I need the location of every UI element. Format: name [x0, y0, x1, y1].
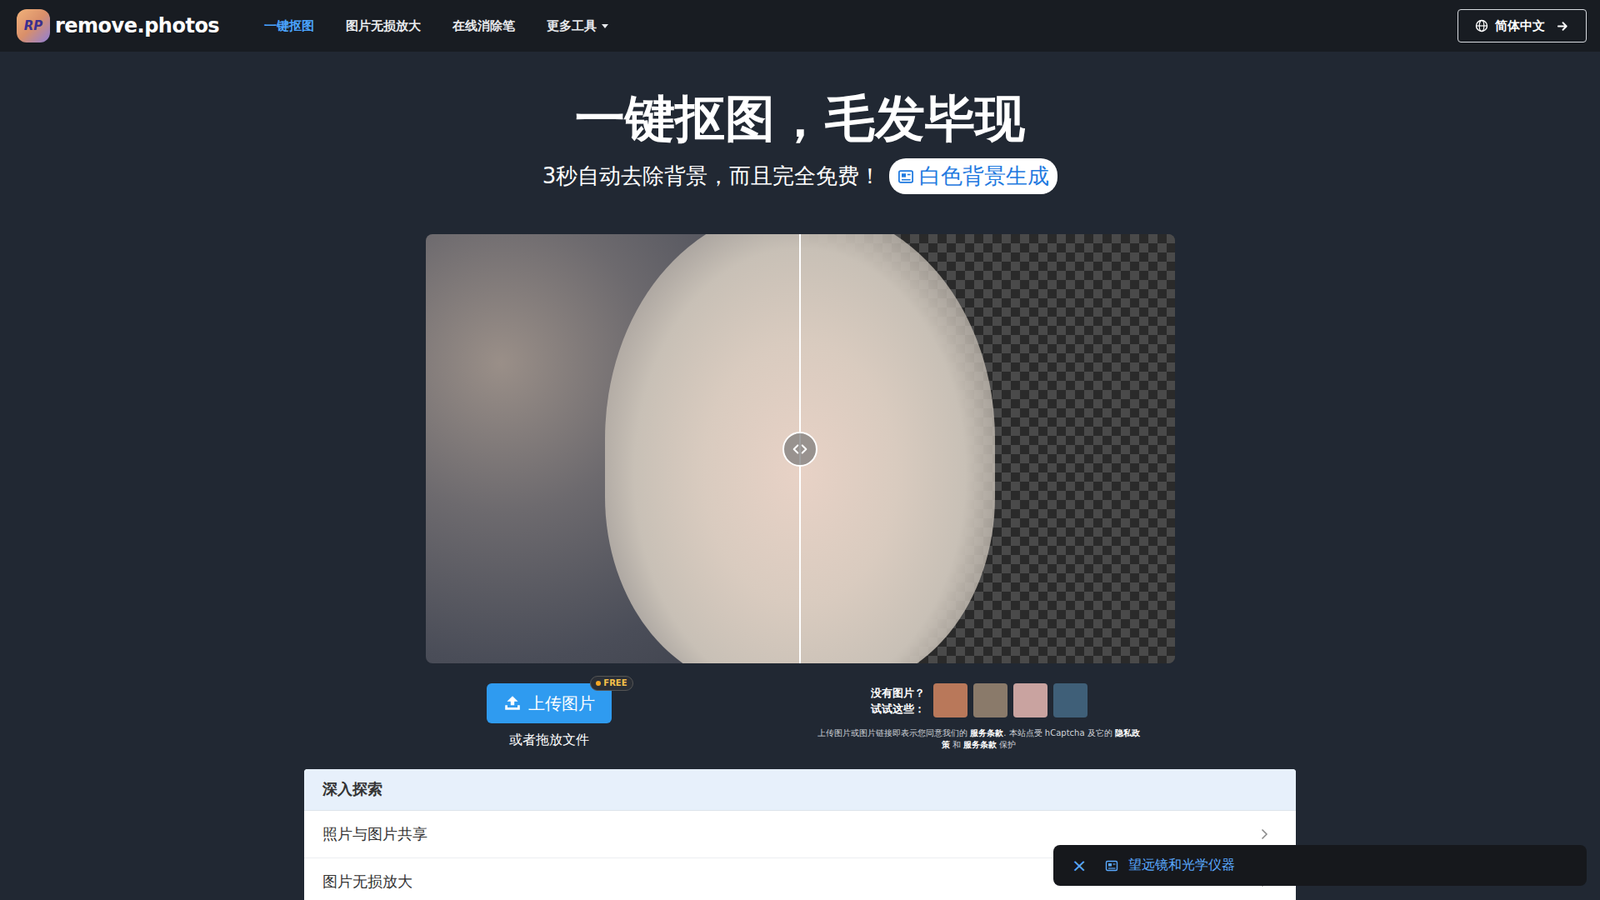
before-after-slider[interactable]	[425, 234, 1175, 664]
logo-mark-icon: RP	[16, 9, 50, 43]
upload-icon	[503, 694, 522, 713]
terms-link[interactable]: 服务条款	[970, 728, 1004, 738]
upload-label: 上传图片	[528, 692, 595, 715]
nav-item[interactable]: 更多工具	[546, 18, 609, 35]
hero-subtitle: 3秒自动去除背景，而且完全免费！	[542, 161, 882, 191]
samples-area: 没有图片？试试这些：上传图片或图片链接即表示您同意我们的 服务条款. 本站点受 …	[816, 683, 1142, 751]
toast-link[interactable]: 望远镜和光学仪器	[1128, 856, 1235, 875]
logo[interactable]: RPremove.photos	[16, 9, 220, 43]
caret-icon	[601, 24, 609, 29]
nav-label: 在线消除笔	[452, 18, 515, 35]
explore-title: 深入探索	[304, 769, 1296, 811]
nav-item[interactable]: 在线消除笔	[452, 18, 515, 35]
terms-text: 保护	[996, 740, 1016, 750]
hero-subtitle-row: 3秒自动去除背景，而且完全免费！ 白色背景生成	[542, 158, 1059, 195]
hero-title: 一键抠图，毛发毕现	[575, 88, 1025, 149]
terms-link[interactable]: 服务条款	[963, 740, 997, 750]
sample-thumbnail[interactable]	[973, 683, 1008, 718]
explore-item-label: 照片与图片共享	[322, 824, 428, 845]
image-icon	[897, 168, 915, 185]
samples-line: 没有图片？	[870, 685, 925, 701]
samples-label: 没有图片？试试这些：	[870, 685, 925, 717]
nav-item[interactable]: 一键抠图	[264, 18, 315, 35]
terms-notice: 上传图片或图片链接即表示您同意我们的 服务条款. 本站点受 hCaptcha 及…	[816, 727, 1142, 751]
explore-item-label: 图片无损放大	[322, 871, 413, 892]
arrow-right-icon	[1556, 20, 1570, 33]
globe-icon	[1475, 19, 1489, 33]
free-badge: FREE	[590, 675, 633, 691]
nav-label: 图片无损放大	[345, 18, 421, 35]
pill-label: 白色背景生成	[919, 161, 1050, 191]
nav-label: 一键抠图	[264, 18, 315, 35]
page: RPremove.photos一键抠图图片无损放大在线消除笔更多工具简体中文一键…	[0, 0, 1600, 900]
sample-thumbnail[interactable]	[1053, 683, 1088, 718]
nav-item[interactable]: 图片无损放大	[345, 18, 421, 35]
upload-area: 上传图片FREE 或者拖放文件	[486, 683, 612, 751]
article-icon	[1105, 859, 1119, 873]
main: 一键抠图，毛发毕现 3秒自动去除背景，而且完全免费！ 白色背景生成上传图片FREE 或…	[0, 51, 1600, 900]
white-background-link[interactable]: 白色背景生成	[889, 158, 1058, 195]
language-label: 简体中文	[1495, 18, 1545, 35]
logo-text: remove.photos	[55, 14, 220, 38]
badge-dot-icon	[595, 680, 601, 686]
sample-thumbnails	[933, 683, 1088, 718]
sample-thumbnail[interactable]	[1013, 683, 1048, 718]
toast-close-button[interactable]: ×	[1066, 855, 1092, 876]
chevron-right-icon	[1257, 827, 1271, 841]
drop-hint: 或者拖放文件	[509, 731, 590, 750]
slider-handle[interactable]	[782, 431, 818, 467]
terms-text: 和	[950, 740, 964, 750]
samples-row: 没有图片？试试这些：	[870, 683, 1088, 718]
language-button[interactable]: 简体中文	[1457, 9, 1587, 43]
slider-divider[interactable]	[799, 234, 801, 664]
left-right-arrows-icon	[790, 440, 810, 459]
samples-line: 试试这些：	[870, 700, 925, 717]
terms-text: . 本站点受 hCaptcha 及它的	[1003, 728, 1115, 738]
sample-thumbnail[interactable]	[933, 683, 968, 718]
nav-label: 更多工具	[546, 18, 597, 35]
terms-text: 上传图片或图片链接即表示您同意我们的	[817, 728, 970, 738]
nav-menu: 一键抠图 图片无损放大 在线消除笔 更多工具	[264, 18, 609, 35]
actions-row: 上传图片FREE 或者拖放文件 没有图片？试试这些： 上传图片或图片链接即表示您同意我…	[425, 683, 1175, 751]
toast: × 望远镜和光学仪器	[1053, 845, 1587, 886]
top-nav: RPremove.photos 一键抠图 图片无损放大 在线消除笔 更多工具 简体中文	[0, 0, 1600, 52]
upload-button[interactable]: 上传图片FREE	[486, 683, 612, 724]
